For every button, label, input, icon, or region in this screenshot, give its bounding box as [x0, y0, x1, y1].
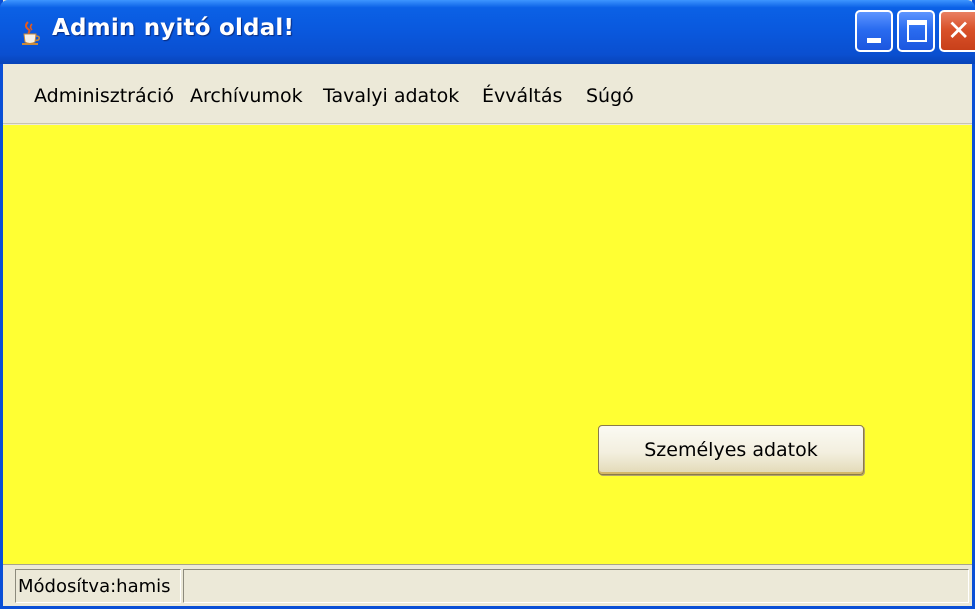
status-bar: Módosítva:hamis [3, 564, 972, 606]
java-cup-icon [18, 20, 42, 46]
menu-adminisztracio[interactable]: Adminisztráció [34, 85, 174, 107]
title-bar[interactable]: Admin nyitó oldal! ✕ [0, 0, 975, 64]
minimize-button[interactable] [855, 10, 893, 52]
menu-archivumok[interactable]: Archívumok [190, 85, 303, 107]
app-window: Admin nyitó oldal! ✕ Adminisztráció Arch… [0, 0, 975, 609]
menu-bar: Adminisztráció Archívumok Tavalyi adatok… [3, 64, 972, 124]
main-content-panel: Személyes adatok [3, 125, 972, 564]
status-modified: Módosítva:hamis [15, 569, 181, 603]
personal-data-button[interactable]: Személyes adatok [598, 425, 864, 475]
minimize-icon [867, 38, 881, 43]
maximize-button[interactable] [897, 10, 935, 52]
maximize-icon [907, 20, 927, 42]
menu-sugo[interactable]: Súgó [586, 85, 634, 107]
window-title: Admin nyitó oldal! [52, 15, 295, 41]
close-button[interactable]: ✕ [939, 10, 975, 52]
menu-tavalyi-adatok[interactable]: Tavalyi adatok [323, 85, 459, 107]
menu-evvaltas[interactable]: Évváltás [482, 85, 562, 107]
status-cell-empty [183, 569, 969, 603]
close-icon: ✕ [947, 14, 971, 47]
